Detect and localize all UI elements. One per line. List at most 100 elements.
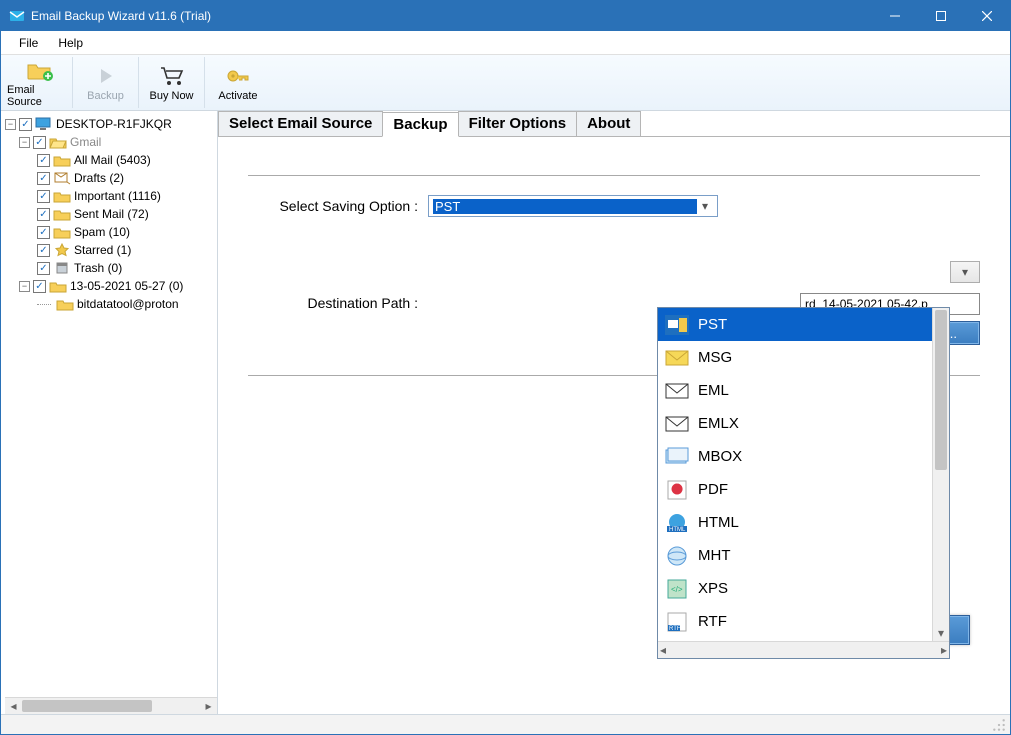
checkbox-icon[interactable] (37, 262, 50, 275)
scroll-thumb[interactable] (22, 700, 152, 712)
scroll-track[interactable] (22, 698, 200, 714)
combo-value: PST (433, 199, 697, 214)
tab-select-email-source[interactable]: Select Email Source (218, 111, 383, 136)
saving-option-combo[interactable]: PST ▾ (428, 195, 718, 217)
folder-icon (53, 153, 71, 167)
folder-icon (53, 189, 71, 203)
tab-backup[interactable]: Backup (382, 112, 458, 137)
body-area: − DESKTOP-R1FJKQR − Gmail All Mail (5403… (1, 111, 1010, 714)
chevron-down-icon: ▾ (962, 265, 968, 279)
maximize-button[interactable] (918, 1, 964, 31)
tree-label: Spam (10) (74, 225, 130, 239)
tree-account[interactable]: − Gmail (5, 133, 217, 151)
tab-filter-options[interactable]: Filter Options (458, 111, 578, 136)
saving-option-label: Select Saving Option : (248, 198, 428, 214)
folder-icon (56, 297, 74, 311)
dropdown-item-rtf[interactable]: RTFRTF (658, 605, 949, 638)
tree-folder[interactable]: Spam (10) (5, 223, 217, 241)
dropdown-hscrollbar[interactable]: ◂ ▸ (658, 641, 949, 658)
toolbar-buy-now[interactable]: Buy Now (139, 57, 205, 108)
collapse-icon[interactable]: − (5, 119, 16, 130)
monitor-icon (35, 117, 53, 131)
toolbar-activate[interactable]: Activate (205, 57, 271, 108)
statusbar (1, 714, 1010, 734)
checkbox-icon[interactable] (37, 172, 50, 185)
folder-icon (49, 279, 67, 293)
scroll-left-icon[interactable]: ◂ (5, 699, 22, 713)
tree-label: Trash (0) (74, 261, 122, 275)
tree-label: Sent Mail (72) (74, 207, 149, 221)
checkbox-icon[interactable] (37, 154, 50, 167)
dropdown-item-label: MBOX (698, 448, 742, 465)
checkbox-icon[interactable] (37, 226, 50, 239)
tree-root[interactable]: − DESKTOP-R1FJKQR (5, 115, 217, 133)
tree-label: DESKTOP-R1FJKQR (56, 117, 172, 131)
scroll-right-icon[interactable]: ▸ (941, 643, 947, 657)
tab-about[interactable]: About (576, 111, 641, 136)
dropdown-item-mht[interactable]: MHT (658, 539, 949, 572)
dropdown-list[interactable]: PSTMSGEMLEMLX MBOX PDFHTMLHTML MHT </>XPSRTF… (658, 308, 949, 641)
separator (248, 175, 980, 177)
tree-folder[interactable]: Trash (0) (5, 259, 217, 277)
checkbox-icon[interactable] (37, 244, 50, 257)
dropdown-item-html[interactable]: HTMLHTML (658, 506, 949, 539)
toolbar: Email Source Backup Buy Now Activate (1, 55, 1010, 111)
dropdown-item-eml[interactable]: EML (658, 374, 949, 407)
menu-file[interactable]: File (9, 34, 48, 52)
scroll-down-icon[interactable]: ▾ (933, 624, 949, 641)
tree-account[interactable]: − 13-05-2021 05-27 (0) (5, 277, 217, 295)
checkbox-icon[interactable] (37, 208, 50, 221)
minimize-button[interactable] (872, 1, 918, 31)
format-icon (664, 380, 690, 402)
scroll-thumb[interactable] (935, 310, 947, 470)
checkbox-icon[interactable] (33, 136, 46, 149)
dropdown-item-emlx[interactable]: EMLX (658, 407, 949, 440)
collapse-icon[interactable]: − (19, 137, 30, 148)
tree-label: Drafts (2) (74, 171, 124, 185)
dropdown-item-label: MHT (698, 547, 731, 564)
scroll-left-icon[interactable]: ◂ (660, 643, 666, 657)
checkbox-icon[interactable] (37, 190, 50, 203)
toolbar-email-source[interactable]: Email Source (7, 57, 73, 108)
titlebar: Email Backup Wizard v11.6 (Trial) (1, 1, 1010, 31)
folder-icon (53, 243, 71, 257)
folder-icon (53, 171, 71, 185)
dropdown-vscrollbar[interactable]: ▾ (932, 308, 949, 641)
tree-folder[interactable]: Drafts (2) (5, 169, 217, 187)
chevron-down-icon: ▾ (697, 199, 713, 213)
resize-grip-icon[interactable] (992, 718, 1006, 732)
dropdown-item-pst[interactable]: PST (658, 308, 949, 341)
menu-help[interactable]: Help (48, 34, 93, 52)
cart-icon (158, 64, 186, 88)
app-icon (9, 8, 25, 24)
tree-folder[interactable]: All Mail (5403) (5, 151, 217, 169)
tree-leaf[interactable]: bitdatatool@proton (5, 295, 217, 313)
checkbox-icon[interactable] (33, 280, 46, 293)
app-title: Email Backup Wizard v11.6 (Trial) (31, 9, 872, 23)
folder-tree[interactable]: − DESKTOP-R1FJKQR − Gmail All Mail (5403… (1, 111, 218, 714)
tree-connector (37, 304, 51, 305)
checkbox-icon[interactable] (19, 118, 32, 131)
toolbar-label: Activate (218, 90, 257, 102)
dropdown-item-msg[interactable]: MSG (658, 341, 949, 374)
close-button[interactable] (964, 1, 1010, 31)
folder-add-icon (26, 58, 54, 82)
dropdown-item-label: XPS (698, 580, 728, 597)
tree-folder[interactable]: Important (1116) (5, 187, 217, 205)
tree-label: All Mail (5403) (74, 153, 151, 167)
dropdown-item-xps[interactable]: </>XPS (658, 572, 949, 605)
tree-folder[interactable]: Starred (1) (5, 241, 217, 259)
language-combo[interactable]: ▾ (950, 261, 980, 283)
tree-folder[interactable]: Sent Mail (72) (5, 205, 217, 223)
scroll-right-icon[interactable]: ▸ (200, 699, 217, 713)
folder-icon (53, 225, 71, 239)
toolbar-backup[interactable]: Backup (73, 57, 139, 108)
dropdown-item-pdf[interactable]: PDF (658, 473, 949, 506)
folder-icon (53, 207, 71, 221)
format-icon (664, 545, 690, 567)
tree-hscrollbar[interactable]: ◂ ▸ (5, 697, 217, 714)
toolbar-label: Buy Now (149, 90, 193, 102)
collapse-icon[interactable]: − (19, 281, 30, 292)
dropdown-item-mbox[interactable]: MBOX (658, 440, 949, 473)
saving-option-dropdown[interactable]: PSTMSGEMLEMLX MBOX PDFHTMLHTML MHT </>XPSRTF… (657, 307, 950, 659)
